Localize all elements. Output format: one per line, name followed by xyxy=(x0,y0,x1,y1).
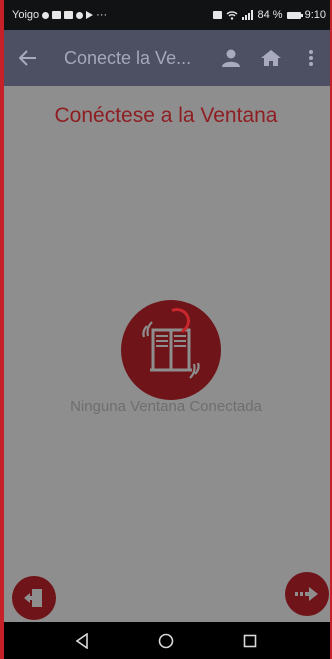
notification-box-icon xyxy=(52,11,62,19)
main-content: Conéctese a la Ventana Ninguna Ventana C… xyxy=(0,86,332,622)
image-icon xyxy=(64,11,74,19)
home-circle-icon xyxy=(158,633,174,648)
chat-icon xyxy=(76,11,84,19)
system-nav-bar xyxy=(0,622,332,659)
app-title: Conecte la Ve... xyxy=(64,47,192,68)
nav-back-button[interactable] xyxy=(67,626,97,656)
battery-icon xyxy=(286,11,303,19)
nav-recents-button[interactable] xyxy=(235,626,265,656)
back-arrow-icon[interactable] xyxy=(14,44,42,72)
exit-button[interactable] xyxy=(12,576,56,620)
more-notifications-icon: ··· xyxy=(96,9,108,21)
app-actions xyxy=(218,45,324,71)
status-left: Yoigo ··· xyxy=(12,9,107,21)
home-icon[interactable] xyxy=(258,45,284,71)
back-triangle-icon xyxy=(75,632,88,649)
next-arrow-icon xyxy=(295,587,318,601)
app-bar: Conecte la Ve... xyxy=(0,30,332,86)
more-vert-icon[interactable] xyxy=(298,45,324,71)
next-button[interactable] xyxy=(285,572,329,616)
user-icon[interactable] xyxy=(218,45,244,71)
notification-dot-icon xyxy=(42,11,50,19)
wifi-icon xyxy=(226,11,237,20)
connection-status-text: Ninguna Ventana Conectada xyxy=(70,398,262,415)
signal-icon xyxy=(241,10,253,20)
status-right: 84 % 9:10 xyxy=(212,9,326,21)
phone-screen: Yoigo ··· 84 % 9:10 Conecte la Ve... Con… xyxy=(0,0,332,659)
exit-door-icon xyxy=(24,589,42,607)
recents-square-icon xyxy=(243,634,257,647)
play-icon xyxy=(86,11,94,19)
nav-home-button[interactable] xyxy=(151,626,181,656)
nfc-icon xyxy=(212,11,222,19)
clock: 9:10 xyxy=(304,9,326,21)
page-heading: Conéctese a la Ventana xyxy=(54,104,278,127)
battery-percent: 84 % xyxy=(257,9,283,21)
carrier-label: Yoigo xyxy=(12,9,40,21)
status-bar: Yoigo ··· 84 % 9:10 xyxy=(0,0,332,30)
